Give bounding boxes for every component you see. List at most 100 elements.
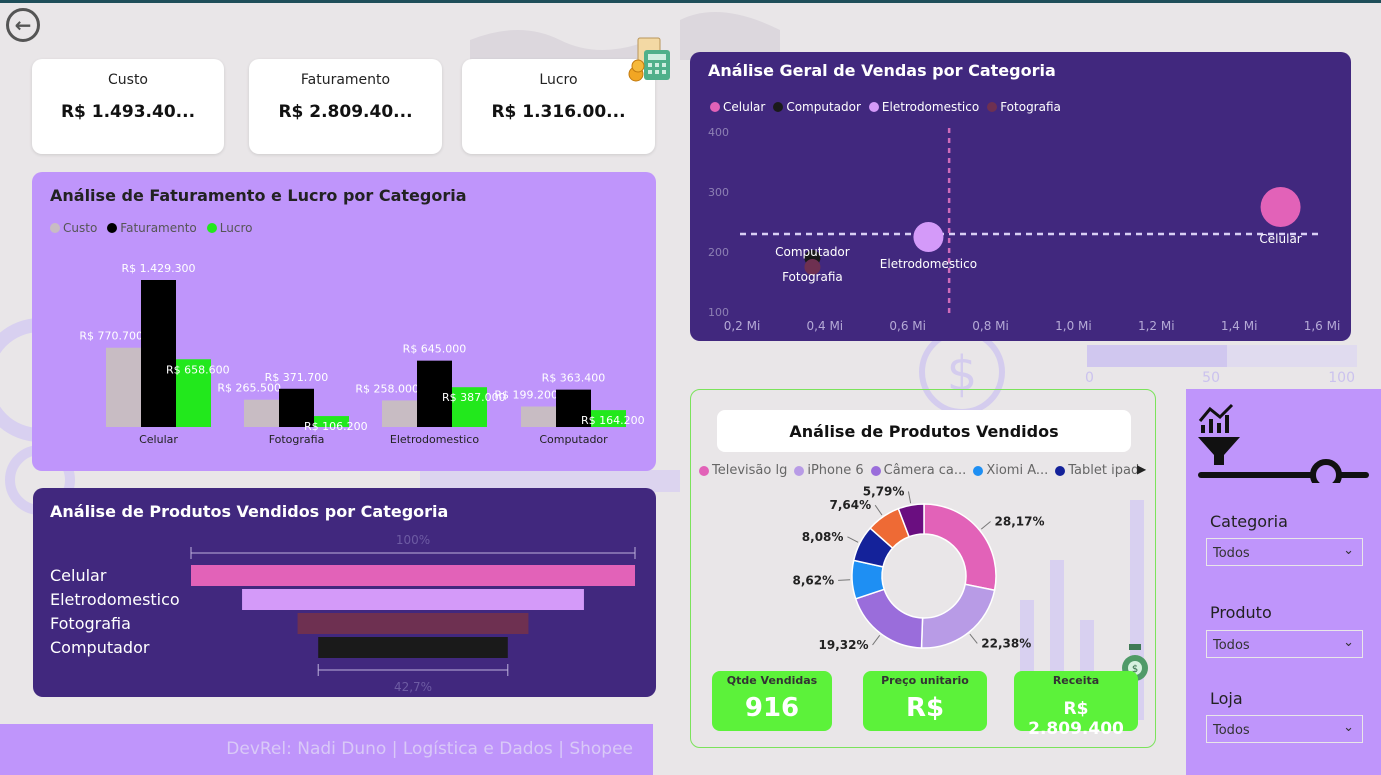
bar-data-label: R$ 199.200	[494, 389, 558, 402]
stat-card-receita[interactable]: Receita R$ 2.809.400	[1014, 671, 1138, 739]
funnel-bar-fotografia	[297, 613, 529, 634]
kpi-value: R$ 1.316.00...	[491, 102, 626, 122]
chevron-down-icon: ⌄	[1343, 543, 1354, 558]
slice-label: 28,17%	[995, 515, 1045, 529]
produtos-donut-chart: 28,17% 22,38% 19,32% 8,62% 8,08% 7,64%5,79%	[792, 485, 1045, 652]
stat-card-qtde-vendidas[interactable]: Qtde Vendidas 916	[712, 671, 832, 731]
panel-title: Análise de Produtos Vendidos	[717, 410, 1131, 452]
legend-item[interactable]: Câmera ca...	[870, 463, 967, 478]
funnel-bar-eletrodomestico	[242, 589, 584, 610]
produtos-por-categoria-panel: Análise de Produtos Vendidos por Categor…	[33, 488, 656, 697]
bar-data-label: R$ 164.200	[581, 414, 645, 427]
leader-line	[969, 633, 978, 644]
legend-dot	[794, 465, 805, 476]
bar-custo	[106, 347, 141, 427]
stat-card-preco-unitario[interactable]: Preço unitario R$	[863, 671, 987, 731]
category-tick-label: Eletrodomestico	[390, 433, 479, 446]
legend-dot	[1055, 465, 1066, 476]
stat-label: Preço unitario	[881, 674, 969, 687]
filter-sidebar: Categoria Todos ⌄ Produto Todos ⌄ Loja T…	[1186, 389, 1381, 775]
scatter-point-celular	[1260, 187, 1301, 227]
arrow-left-icon: ←	[14, 13, 32, 37]
funnel-top-label: 100%	[396, 533, 430, 547]
x-tick-label: 1,4 Mi	[1221, 319, 1258, 333]
legend-item[interactable]: Tablet ipad	[1055, 463, 1139, 478]
x-tick-label: 1,6 Mi	[1304, 319, 1341, 333]
legend-label: Tablet ipad	[1068, 463, 1140, 478]
bar-data-label: R$ 770.700	[79, 330, 143, 343]
bar-data-label: R$ 658.600	[166, 363, 230, 376]
kpi-value: R$ 1.493.40...	[60, 102, 196, 122]
leader-line	[872, 634, 881, 646]
slice-label: 7,64%	[830, 498, 872, 512]
calculator-coins-icon	[628, 37, 670, 82]
chevron-down-icon: ⌄	[1343, 720, 1354, 735]
legend-item[interactable]: iPhone 6	[794, 463, 864, 478]
dropdown-value: Todos	[1213, 723, 1250, 738]
legend-dot	[699, 465, 709, 476]
background-scale: 0 50 100	[1085, 370, 1355, 386]
legend-item[interactable]: Televisão lg	[699, 463, 787, 478]
y-tick-label: 100	[708, 306, 729, 319]
back-button[interactable]: ←	[6, 8, 40, 42]
kpi-card-lucro[interactable]: Lucro R$ 1.316.00...	[462, 59, 655, 154]
funnel-category-label: Computador	[50, 638, 150, 657]
donut-legend: Televisão lg iPhone 6 Câmera ca... Xiomi…	[699, 463, 1139, 478]
legend-label: Televisão lg	[712, 463, 788, 478]
bar-data-label: R$ 363.400	[542, 372, 606, 385]
donut-slice	[923, 503, 997, 592]
footer-credits: DevRel: Nadi Duno | Logística e Dados | …	[226, 739, 633, 759]
funnel-category-label: Celular	[50, 566, 107, 585]
leader-line	[874, 504, 883, 516]
leader-line	[907, 491, 912, 504]
legend-label: iPhone 6	[807, 463, 864, 478]
dropdown-value: Todos	[1213, 546, 1250, 561]
vendas-categoria-panel: Análise Geral de Vendas por Categoria Ce…	[690, 52, 1351, 341]
slice-label: 22,38%	[981, 636, 1031, 650]
point-label: Celular	[1259, 232, 1301, 246]
filter-funnel-icon	[1198, 403, 1369, 483]
slice-label: 5,79%	[863, 485, 905, 498]
legend-label: Xiomi A...	[986, 463, 1049, 478]
leader-line	[838, 579, 851, 581]
dropdown-value: Todos	[1213, 638, 1250, 653]
background-tick: 0	[1085, 370, 1094, 386]
scatter-point-eletrodomestico	[913, 222, 944, 252]
loja-dropdown[interactable]: Todos ⌄	[1206, 715, 1363, 743]
categoria-dropdown[interactable]: Todos ⌄	[1206, 538, 1363, 566]
footer-bar: DevRel: Nadi Duno | Logística e Dados | …	[0, 724, 653, 775]
produto-dropdown[interactable]: Todos ⌄	[1206, 630, 1363, 658]
legend-next-icon[interactable]: ▶	[1137, 462, 1146, 476]
legend-dot	[870, 465, 881, 476]
y-tick-label: 300	[708, 186, 729, 199]
stat-value: 916	[744, 693, 800, 723]
x-tick-label: 0,4 Mi	[807, 319, 844, 333]
kpi-label: Custo	[108, 72, 148, 88]
category-tick-label: Fotografia	[269, 433, 325, 446]
y-tick-label: 400	[708, 126, 729, 139]
funnel-bar-computador	[318, 637, 508, 658]
leader-line	[847, 536, 859, 543]
kpi-card-faturamento[interactable]: Faturamento R$ 2.809.40...	[249, 59, 442, 154]
bar-data-label: R$ 106.200	[304, 420, 368, 433]
category-tick-label: Celular	[139, 433, 178, 446]
stat-label: Receita	[1052, 674, 1100, 687]
filter-label-categoria: Categoria	[1210, 512, 1288, 531]
bar-data-label: R$ 258.000	[355, 382, 419, 395]
point-label: Eletrodomestico	[880, 257, 977, 271]
leader-line	[980, 521, 991, 530]
kpi-label: Faturamento	[300, 72, 391, 88]
legend-label: Câmera ca...	[883, 463, 967, 478]
funnel-category-label: Eletrodomestico	[50, 590, 180, 609]
legend-item[interactable]: Xiomi A...	[973, 463, 1048, 478]
funnel-bar-celular	[191, 565, 635, 586]
point-label: Fotografia	[782, 270, 843, 284]
stat-value: R$	[905, 693, 945, 723]
faturamento-lucro-bar-chart: R$ 770.700 R$ 1.429.300 R$ 658.600 Celular R…	[79, 262, 645, 446]
x-tick-label: 1,0 Mi	[1055, 319, 1092, 333]
kpi-card-custo[interactable]: Custo R$ 1.493.40...	[32, 59, 224, 154]
bar-data-label: R$ 371.700	[265, 371, 329, 384]
faturamento-lucro-panel: Análise de Faturamento e Lucro por Categ…	[32, 172, 656, 471]
stat-label: Qtde Vendidas	[726, 674, 818, 687]
bar-custo	[382, 400, 417, 427]
